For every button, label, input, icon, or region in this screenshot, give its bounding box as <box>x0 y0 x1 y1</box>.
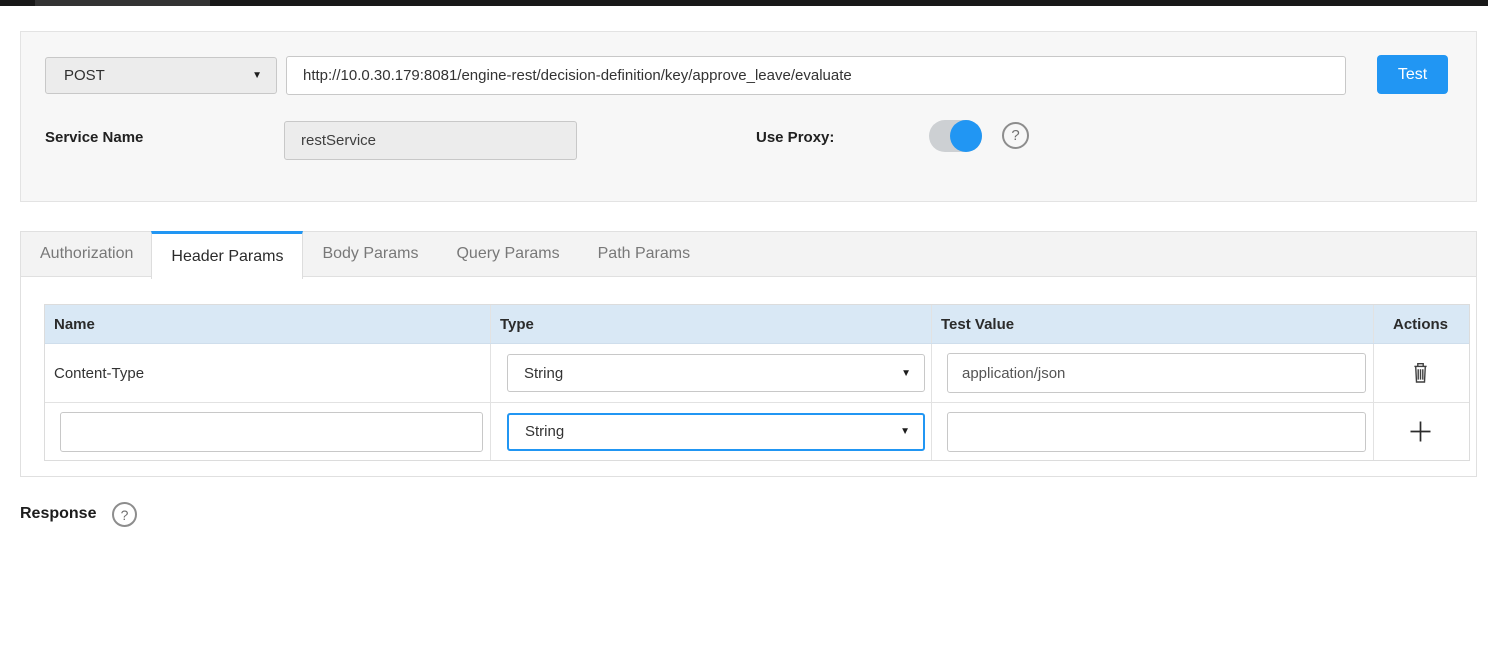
browser-tab-strip <box>35 0 210 6</box>
tab-authorization[interactable]: Authorization <box>21 232 152 276</box>
new-param-name-input[interactable] <box>60 412 483 452</box>
browser-top-strip <box>0 0 1488 6</box>
test-button[interactable]: Test <box>1377 55 1448 94</box>
plus-icon <box>1408 419 1433 444</box>
param-type-value: String <box>524 365 563 382</box>
delete-row-button[interactable] <box>1407 358 1434 388</box>
column-header-name: Name <box>45 305 491 343</box>
http-method-value: POST <box>64 67 105 84</box>
toggle-knob <box>950 120 982 152</box>
request-config-panel: POST ▼ Test Service Name Use Proxy: ? <box>20 31 1477 202</box>
new-param-type-select[interactable]: String ▼ <box>507 413 925 451</box>
response-heading: Response <box>20 505 96 523</box>
params-table: Name Type Test Value Actions Content-Typ… <box>44 304 1470 461</box>
chevron-down-icon: ▼ <box>252 70 262 81</box>
chevron-down-icon: ▼ <box>900 426 910 437</box>
add-row-button[interactable] <box>1404 415 1437 448</box>
tab-query-params[interactable]: Query Params <box>437 232 578 276</box>
param-name-value: Content-Type <box>45 344 491 402</box>
response-help-icon[interactable]: ? <box>112 502 137 527</box>
param-test-value-input[interactable] <box>947 353 1366 393</box>
params-tab-bar: Authorization Header Params Body Params … <box>20 231 1477 277</box>
tab-body-params[interactable]: Body Params <box>303 232 437 276</box>
table-row: String ▼ <box>45 403 1469 460</box>
param-type-select[interactable]: String ▼ <box>507 354 925 392</box>
column-header-test-value: Test Value <box>932 305 1374 343</box>
header-params-panel: Name Type Test Value Actions Content-Typ… <box>20 277 1477 477</box>
table-row: Content-Type String ▼ <box>45 344 1469 403</box>
table-header-row: Name Type Test Value Actions <box>45 305 1469 344</box>
column-header-actions: Actions <box>1374 305 1467 343</box>
use-proxy-toggle[interactable] <box>929 120 982 152</box>
chevron-down-icon: ▼ <box>901 368 911 379</box>
tab-header-params[interactable]: Header Params <box>151 231 303 279</box>
url-input[interactable] <box>286 56 1346 95</box>
new-param-type-value: String <box>525 423 564 440</box>
column-header-type: Type <box>491 305 932 343</box>
trash-icon <box>1411 362 1430 384</box>
service-name-label: Service Name <box>45 129 143 146</box>
http-method-select[interactable]: POST ▼ <box>45 57 277 94</box>
use-proxy-label: Use Proxy: <box>756 129 834 146</box>
proxy-help-icon[interactable]: ? <box>1002 122 1029 149</box>
new-param-test-value-input[interactable] <box>947 412 1366 452</box>
tab-path-params[interactable]: Path Params <box>579 232 709 276</box>
service-name-input[interactable] <box>284 121 577 160</box>
